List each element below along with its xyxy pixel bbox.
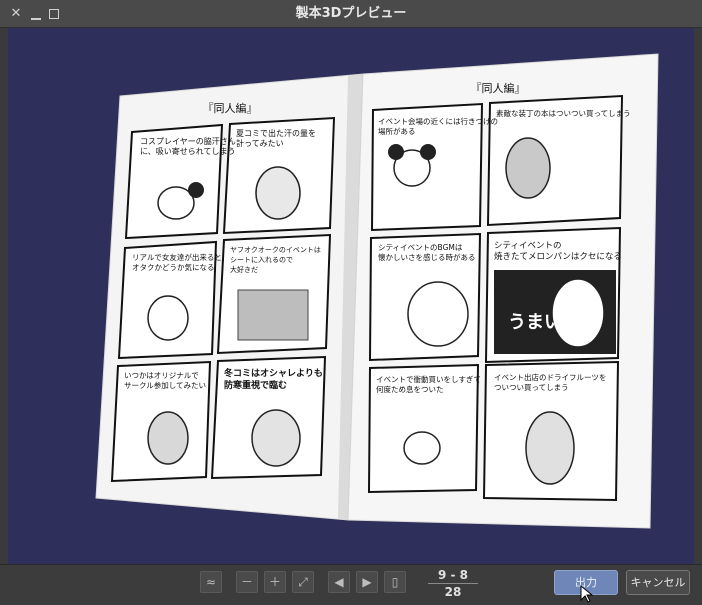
left-page-header: 『同人編』	[203, 101, 258, 115]
panel-caption: コスプレイヤーの脇汗さんに、吸い寄せられてしまう	[140, 137, 236, 156]
character-illustration	[403, 431, 441, 465]
current-page-spread: 9 - 8	[437, 568, 469, 582]
total-pages: 28	[444, 585, 462, 599]
panel-caption: シティイベントのBGMは懐かしいさを感じる時がある	[378, 243, 476, 262]
page-divider	[428, 583, 478, 584]
panel-caption: 素敵な装丁の本はついつい買ってしまう	[496, 108, 631, 118]
right-page-header: 『同人編』	[471, 81, 526, 95]
book-preview: 『同人編』 『同人編』 コスプレイヤーの脇汗さんに、吸い寄せられてしまう 夏コミ…	[95, 53, 659, 529]
fit-to-window-icon[interactable]: ⤢	[292, 571, 314, 593]
mouse-cursor-icon	[580, 585, 594, 603]
character-illustration	[147, 295, 189, 341]
character-illustration	[505, 137, 551, 199]
title-bar: ✕ 製本3Dプレビュー	[0, 0, 702, 28]
sound-effect: うまい	[508, 312, 562, 333]
preview-window: ✕ 製本3Dプレビュー 『同人編』 『同人編』 コスプレイヤーの脇汗さんに、吸い…	[0, 0, 702, 605]
character-illustration	[188, 182, 204, 198]
character-illustration	[251, 409, 301, 467]
panel-caption: いつかはオリジナルでサークル参加してみたい	[124, 371, 206, 390]
character-illustration	[525, 411, 575, 485]
character-illustration	[147, 411, 189, 465]
zoom-in-icon[interactable]: ＋	[264, 571, 286, 593]
bottom-toolbar: ≈ － ＋ ⤢ ◀ ▶ ▯ 9 - 8 28 出力 キャンセル	[0, 564, 702, 605]
view-mode-icon[interactable]: ≈	[200, 571, 222, 593]
zoom-out-icon[interactable]: －	[236, 571, 258, 593]
previous-page-icon[interactable]: ◀	[328, 571, 350, 593]
right-page-panels: イベント会場の近くには行きつけの場所がある 素敵な装丁の本はついつい買ってしまう…	[367, 94, 631, 502]
next-page-icon[interactable]: ▶	[356, 571, 378, 593]
preview-viewport[interactable]: 『同人編』 『同人編』 コスプレイヤーの脇汗さんに、吸い寄せられてしまう 夏コミ…	[8, 28, 694, 564]
window-title: 製本3Dプレビュー	[295, 6, 407, 21]
crowd-illustration	[237, 289, 309, 341]
cancel-button[interactable]: キャンセル	[626, 570, 690, 595]
character-illustration	[407, 281, 469, 347]
character-illustration	[255, 166, 301, 220]
page-indicator: 9 - 8 28	[418, 568, 488, 599]
character-illustration	[388, 144, 404, 160]
character-illustration	[420, 144, 436, 160]
single-page-icon[interactable]: ▯	[384, 571, 406, 593]
